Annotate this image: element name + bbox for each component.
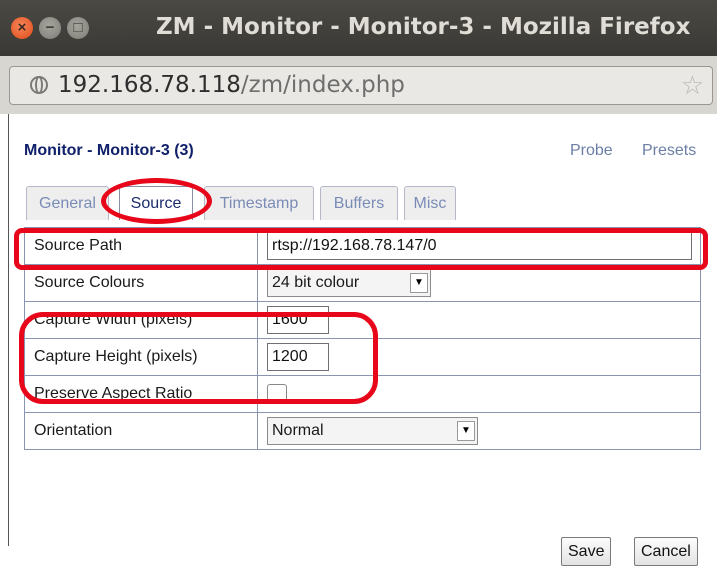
preserve-aspect-checkbox[interactable]: [267, 384, 287, 404]
page-border: [8, 114, 9, 546]
presets-link[interactable]: Presets: [642, 142, 696, 160]
window-maximize-button[interactable]: □: [67, 17, 89, 39]
tab-general[interactable]: General: [26, 186, 109, 220]
source-settings-table: Source Path Source Colours 24 bit colour…: [24, 227, 701, 450]
table-row: Orientation Normal ▼: [24, 412, 701, 450]
globe-icon: [30, 76, 48, 94]
tab-misc[interactable]: Misc: [404, 186, 456, 220]
window-title: ZM - Monitor - Monitor-3 - Mozilla Firef…: [156, 14, 691, 40]
preserve-aspect-label: Preserve Aspect Ratio: [24, 375, 258, 413]
capture-height-input[interactable]: [267, 343, 329, 371]
cancel-button[interactable]: Cancel: [634, 537, 698, 566]
navigation-toolbar: 192.168.78.118/zm/index.php ☆: [0, 56, 717, 114]
capture-width-label: Capture Width (pixels): [24, 301, 258, 339]
source-colours-value: 24 bit colour: [272, 274, 360, 291]
table-row: Capture Width (pixels): [24, 301, 701, 339]
url-host: 192.168.78.118: [58, 72, 241, 98]
close-icon: ×: [17, 19, 27, 36]
orientation-label: Orientation: [24, 412, 258, 450]
page-title: Monitor - Monitor-3 (3): [24, 142, 194, 159]
url-path: /zm/index.php: [240, 72, 405, 98]
capture-width-input[interactable]: [267, 306, 329, 334]
table-row: Source Path: [24, 227, 701, 265]
source-path-input[interactable]: [267, 232, 692, 260]
page-content: Monitor - Monitor-3 (3) Probe Presets Ge…: [0, 114, 717, 566]
bookmark-star-icon[interactable]: ☆: [681, 70, 704, 101]
minimize-icon: −: [45, 19, 55, 36]
source-colours-label: Source Colours: [24, 264, 258, 302]
tab-source[interactable]: Source: [119, 186, 193, 220]
table-row: Capture Height (pixels): [24, 338, 701, 376]
save-button[interactable]: Save: [561, 537, 612, 566]
orientation-value: Normal: [272, 422, 324, 439]
tab-timestamp[interactable]: Timestamp: [204, 186, 314, 220]
window-minimize-button[interactable]: −: [39, 17, 61, 39]
source-colours-select[interactable]: 24 bit colour ▼: [267, 269, 431, 297]
table-row: Source Colours 24 bit colour ▼: [24, 264, 701, 302]
source-path-label: Source Path: [24, 227, 258, 265]
tab-buffers[interactable]: Buffers: [320, 186, 398, 220]
orientation-select[interactable]: Normal ▼: [267, 417, 478, 445]
window-titlebar: × − □ ZM - Monitor - Monitor-3 - Mozilla…: [0, 0, 717, 56]
chevron-down-icon: ▼: [457, 421, 475, 441]
window-close-button[interactable]: ×: [11, 17, 33, 39]
capture-height-label: Capture Height (pixels): [24, 338, 258, 376]
maximize-icon: □: [73, 19, 83, 36]
url-bar[interactable]: 192.168.78.118/zm/index.php ☆: [9, 66, 713, 105]
probe-link[interactable]: Probe: [570, 142, 613, 160]
chevron-down-icon: ▼: [410, 273, 428, 293]
table-row: Preserve Aspect Ratio: [24, 375, 701, 413]
url-text[interactable]: 192.168.78.118/zm/index.php: [58, 72, 405, 98]
